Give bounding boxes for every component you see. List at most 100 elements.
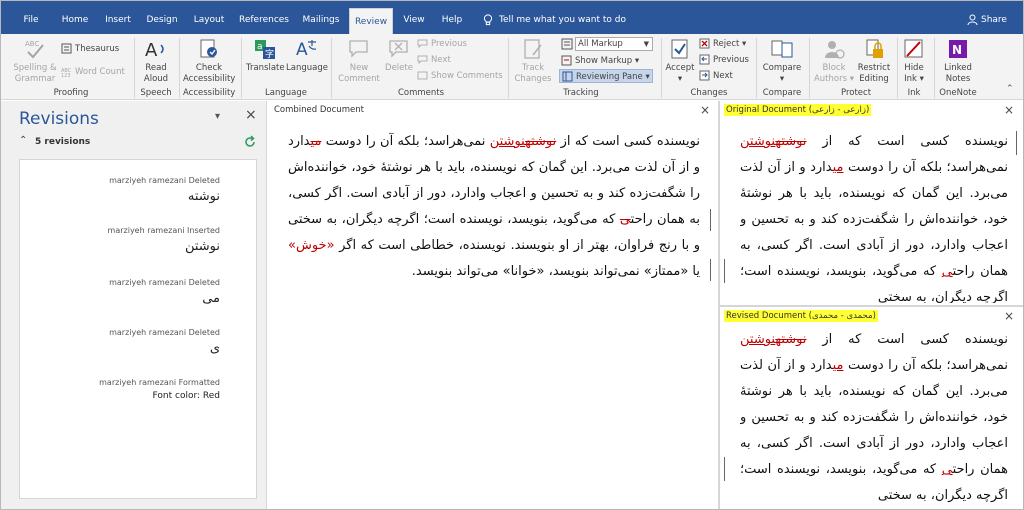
deleted-text[interactable]: نوشته (775, 332, 806, 347)
next-comment-icon (417, 55, 428, 65)
revision-item[interactable]: marziyeh ramezani Deleted می (109, 278, 220, 306)
collapse-ribbon-icon[interactable]: ⌃ (1006, 84, 1014, 94)
review-ribbon: ABC Spelling & Grammar Thesaurus ABC 123 Wo… (1, 34, 1023, 100)
check-accessibility-button[interactable]: Check Accessibility (183, 37, 235, 85)
combined-document-body[interactable]: نویسنده کسی است که از نوشتهنوشتن نمی‌هرا… (288, 129, 700, 309)
revisions-pane: Revisions ▾ × ⌃ 5 revisions marziyeh ram… (1, 101, 267, 509)
compare-label: Compare (762, 63, 802, 73)
changes-group-label: Changes (690, 88, 728, 98)
inserted-text[interactable]: می (833, 160, 844, 175)
compare-button[interactable]: Compare ▾ (761, 37, 803, 85)
tab-file[interactable]: File (11, 1, 51, 34)
translate-icon: a字 (255, 40, 275, 60)
revised-document-body[interactable]: نویسنده کسی است که از نوشتهنوشتن نمی‌هرا… (740, 327, 1008, 509)
previous-comment-button[interactable]: Previous (417, 37, 467, 51)
inserted-text[interactable]: نوشتن (490, 134, 525, 149)
spelling-grammar-button[interactable]: ABC Spelling & Grammar (13, 37, 57, 85)
linked-label: Linked (944, 63, 972, 73)
inserted-text[interactable]: نوشتن (740, 332, 775, 347)
inserted-text[interactable]: ی (942, 264, 953, 279)
change-bar (724, 457, 725, 481)
revision-text: نوشتن (184, 239, 220, 254)
block-authors-button[interactable]: Block Authors ▾ (813, 37, 855, 85)
comments-group-label: Comments (397, 88, 445, 98)
previous-change-icon (699, 54, 710, 65)
revision-item[interactable]: marziyeh ramezani Deleted نوشته (109, 176, 220, 204)
language-group-label: Language (265, 88, 307, 98)
change-bar (710, 209, 711, 231)
revised-document-pane: Revised Document (محمدی - محمدی) × نویسن… (720, 307, 1023, 509)
inserted-text[interactable]: نوشتن (740, 134, 775, 149)
tab-home[interactable]: Home (57, 1, 93, 34)
text-run: نویسنده کسی است که از (806, 332, 1008, 347)
group-separator (331, 38, 332, 98)
word-count-button[interactable]: ABC 123 Word Count (61, 65, 125, 79)
refresh-icon[interactable] (243, 135, 257, 149)
speech-group-label: Speech (140, 88, 172, 98)
markup-icon (561, 38, 573, 50)
delete-comment-icon (389, 40, 408, 58)
onenote-icon: N (949, 40, 967, 58)
revision-item[interactable]: marziyeh ramezani Formatted Font color: … (99, 378, 220, 401)
svg-text:N: N (952, 43, 962, 57)
revision-item[interactable]: marziyeh ramezani Inserted نوشتن (108, 226, 220, 254)
next-change-button[interactable]: Next (699, 69, 733, 83)
tab-mailings[interactable]: Mailings (298, 1, 344, 34)
translate-label: Translate (246, 63, 285, 73)
tab-help[interactable]: Help (437, 1, 467, 34)
close-revised-icon[interactable]: × (1004, 309, 1014, 323)
text-run: نمی‌هراسد؛ بلکه آن را دوست (843, 358, 1008, 373)
delete-comment-button[interactable]: Delete (383, 37, 415, 74)
reject-icon (699, 38, 710, 49)
tab-review[interactable]: Review (349, 8, 393, 34)
share-label: Share (981, 15, 1007, 25)
tab-design[interactable]: Design (143, 1, 181, 34)
next-comment-button[interactable]: Next (417, 53, 451, 67)
tab-insert[interactable]: Insert (101, 1, 135, 34)
markup-view-select[interactable]: All Markup ▼ (575, 37, 653, 51)
read-aloud-button[interactable]: A Read Aloud (139, 37, 173, 85)
reviewing-pane-button[interactable]: Reviewing Pane ▾ (559, 69, 653, 83)
tab-references[interactable]: References (236, 1, 292, 34)
new-comment-button[interactable]: New Comment (337, 37, 381, 85)
compare-icon (771, 40, 793, 58)
tab-view[interactable]: View (400, 1, 428, 34)
text-run: نویسنده کسی است که از (806, 134, 1008, 149)
deleted-text[interactable]: نوشته (525, 134, 556, 149)
tracking-group-label: Tracking (563, 88, 599, 98)
collapse-revisions-icon[interactable]: ⌃ (19, 135, 27, 146)
original-document-body[interactable]: نویسنده کسی است که از نوشتهنوشتن نمی‌هرا… (740, 129, 1008, 303)
formatted-text[interactable]: «خوش» (288, 238, 335, 253)
deleted-text[interactable]: ی (620, 212, 631, 227)
deleted-text[interactable]: می (311, 134, 322, 149)
inserted-text[interactable]: می (833, 358, 844, 373)
linked-notes-button[interactable]: N Linked Notes (939, 37, 977, 85)
revision-count: 5 revisions (35, 137, 91, 147)
show-comments-button[interactable]: Show Comments (417, 69, 503, 83)
previous-change-button[interactable]: Previous (699, 53, 749, 67)
translate-button[interactable]: a字 Translate (246, 37, 285, 74)
markup-view-value: All Markup (578, 39, 623, 49)
tell-me-box[interactable]: Tell me what you want to do (483, 1, 626, 34)
inserted-text[interactable]: ی (942, 462, 953, 477)
show-markup-button[interactable]: Show Markup ▾ (561, 54, 639, 68)
close-pane-icon[interactable]: × (245, 107, 257, 123)
accept-button[interactable]: Accept ▾ (664, 37, 696, 85)
tab-layout[interactable]: Layout (189, 1, 229, 34)
track-changes-button[interactable]: Track Changes (513, 37, 553, 85)
text-run: نویسنده کسی است که از (556, 134, 700, 149)
svg-text:字: 字 (265, 48, 274, 60)
reject-button[interactable]: Reject ▾ (699, 37, 746, 51)
change-bar (710, 259, 711, 281)
hide-ink-button[interactable]: Hide Ink ▾ (900, 37, 928, 85)
group-separator (508, 38, 509, 98)
revision-item[interactable]: marziyeh ramezani Deleted ی (109, 328, 220, 356)
language-button[interactable]: A Language (286, 37, 328, 74)
share-button[interactable]: Share (967, 1, 1007, 34)
deleted-text[interactable]: نوشته (775, 134, 806, 149)
thesaurus-button[interactable]: Thesaurus (61, 42, 119, 56)
pane-options-icon[interactable]: ▾ (215, 111, 220, 122)
restrict-editing-button[interactable]: Restrict Editing (855, 37, 893, 85)
close-combined-icon[interactable]: × (700, 103, 710, 117)
close-original-icon[interactable]: × (1004, 103, 1014, 117)
